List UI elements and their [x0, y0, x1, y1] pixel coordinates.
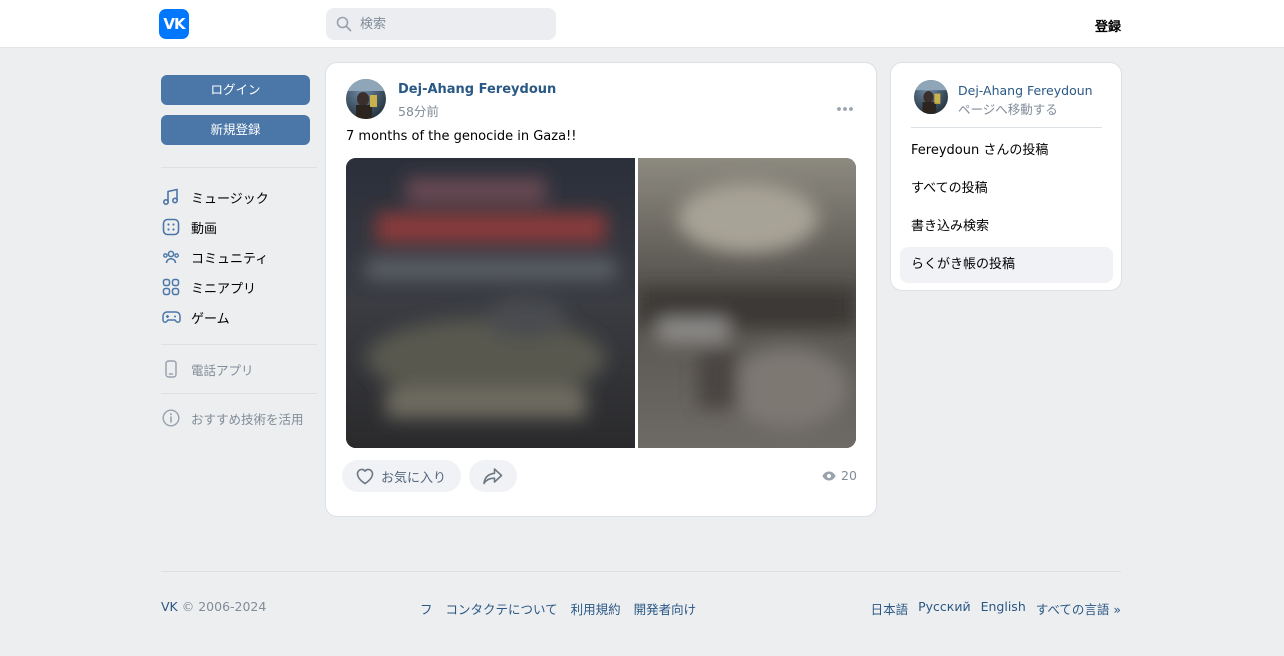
music-icon [161, 187, 181, 207]
sidebar-item-search-posts[interactable]: 書き込み検索 [900, 209, 1113, 245]
sidebar-avatar[interactable] [914, 80, 948, 114]
nav-divider [161, 344, 317, 345]
post-author-name[interactable]: Dej-Ahang Fereydoun [398, 82, 556, 97]
language-russian[interactable]: Русский [918, 599, 970, 618]
heart-icon [356, 468, 374, 485]
language-english[interactable]: English [981, 599, 1026, 618]
profile-sidebar: Dej-Ahang Fereydoun ページへ移動する Fereydoun さ… [890, 62, 1122, 291]
nav-item-label: ミュージック [191, 191, 269, 207]
nav-item-label: ゲーム [191, 311, 230, 327]
sidebar-item-graffiti-posts[interactable]: らくがき帳の投稿 [900, 247, 1113, 283]
post-time[interactable]: 58分前 [398, 101, 439, 120]
post-photo[interactable] [346, 158, 635, 448]
like-button[interactable]: お気に入り [342, 460, 461, 492]
footer-link[interactable]: フ [420, 599, 433, 618]
like-label: お気に入り [381, 470, 447, 486]
post-text: 7 months of the genocide in Gaza!! [346, 129, 577, 144]
signup-button[interactable]: 新規登録 [161, 115, 310, 145]
community-icon [161, 247, 181, 267]
nav-item-phone-app[interactable]: 電話アプリ [161, 357, 254, 381]
gamepad-icon [161, 307, 181, 327]
language-all[interactable]: すべての言語 » [1036, 599, 1121, 618]
footer-links: フ コンタクテについて 利用規約 開発者向け [420, 599, 696, 618]
search-icon [336, 16, 352, 32]
login-button[interactable]: ログイン [161, 75, 310, 105]
share-icon [483, 468, 503, 485]
post-photo[interactable] [638, 158, 856, 448]
sidebar-profile-link[interactable]: ページへ移動する [958, 99, 1058, 118]
phone-icon [161, 359, 181, 379]
footer-languages: 日本語 Русский English すべての言語 » [871, 599, 1121, 618]
footer-link-about[interactable]: コンタクテについて [446, 599, 558, 618]
mini-apps-icon [161, 277, 181, 297]
eye-icon [822, 471, 836, 480]
language-japanese[interactable]: 日本語 [871, 599, 909, 618]
footer-brand-link[interactable]: VK [161, 599, 178, 614]
nav-divider [161, 393, 317, 394]
search-input[interactable] [360, 8, 550, 40]
sidebar-item-all-posts[interactable]: すべての投稿 [900, 171, 1113, 207]
nav-item-label: コミュニティ [191, 251, 269, 267]
nav-item-mini-apps[interactable]: ミニアプリ [161, 275, 256, 299]
footer-link-terms[interactable]: 利用規約 [571, 599, 621, 618]
top-header: VK 登録 [0, 0, 1284, 48]
views-count: 20 [841, 468, 857, 483]
video-icon [161, 217, 181, 237]
nav-divider [161, 167, 317, 168]
register-link[interactable]: 登録 [1095, 16, 1121, 35]
search-box[interactable] [326, 8, 556, 40]
author-avatar[interactable] [346, 79, 386, 119]
nav-item-community[interactable]: コミュニティ [161, 245, 268, 269]
nav-item-label: おすすめ技術を活用 [191, 411, 304, 427]
sidebar-item-user-posts[interactable]: Fereydoun さんの投稿 [900, 133, 1113, 169]
nav-item-label: ミニアプリ [191, 281, 257, 297]
sidebar-profile-name[interactable]: Dej-Ahang Fereydoun [958, 83, 1093, 98]
copyright-text: © 2006-2024 [181, 599, 267, 614]
vk-logo[interactable]: VK [159, 9, 189, 39]
info-icon [161, 408, 181, 428]
nav-item-recommendations[interactable]: おすすめ技術を活用 [161, 406, 304, 430]
nav-item-label: 動画 [191, 221, 218, 237]
footer-copyright: VK © 2006-2024 [161, 599, 266, 614]
nav-item-label: 電話アプリ [191, 362, 254, 378]
more-options-icon[interactable] [836, 97, 854, 116]
views-counter: 20 [822, 468, 857, 483]
nav-item-games[interactable]: ゲーム [161, 305, 230, 329]
nav-item-video[interactable]: 動画 [161, 215, 217, 239]
footer-link-developers[interactable]: 開発者向け [634, 599, 697, 618]
post-card: Dej-Ahang Fereydoun 58分前 7 months of the… [325, 62, 877, 517]
sidebar-divider [911, 127, 1102, 128]
footer-divider [161, 571, 1121, 572]
share-button[interactable] [469, 460, 517, 492]
nav-item-music[interactable]: ミュージック [161, 185, 269, 209]
